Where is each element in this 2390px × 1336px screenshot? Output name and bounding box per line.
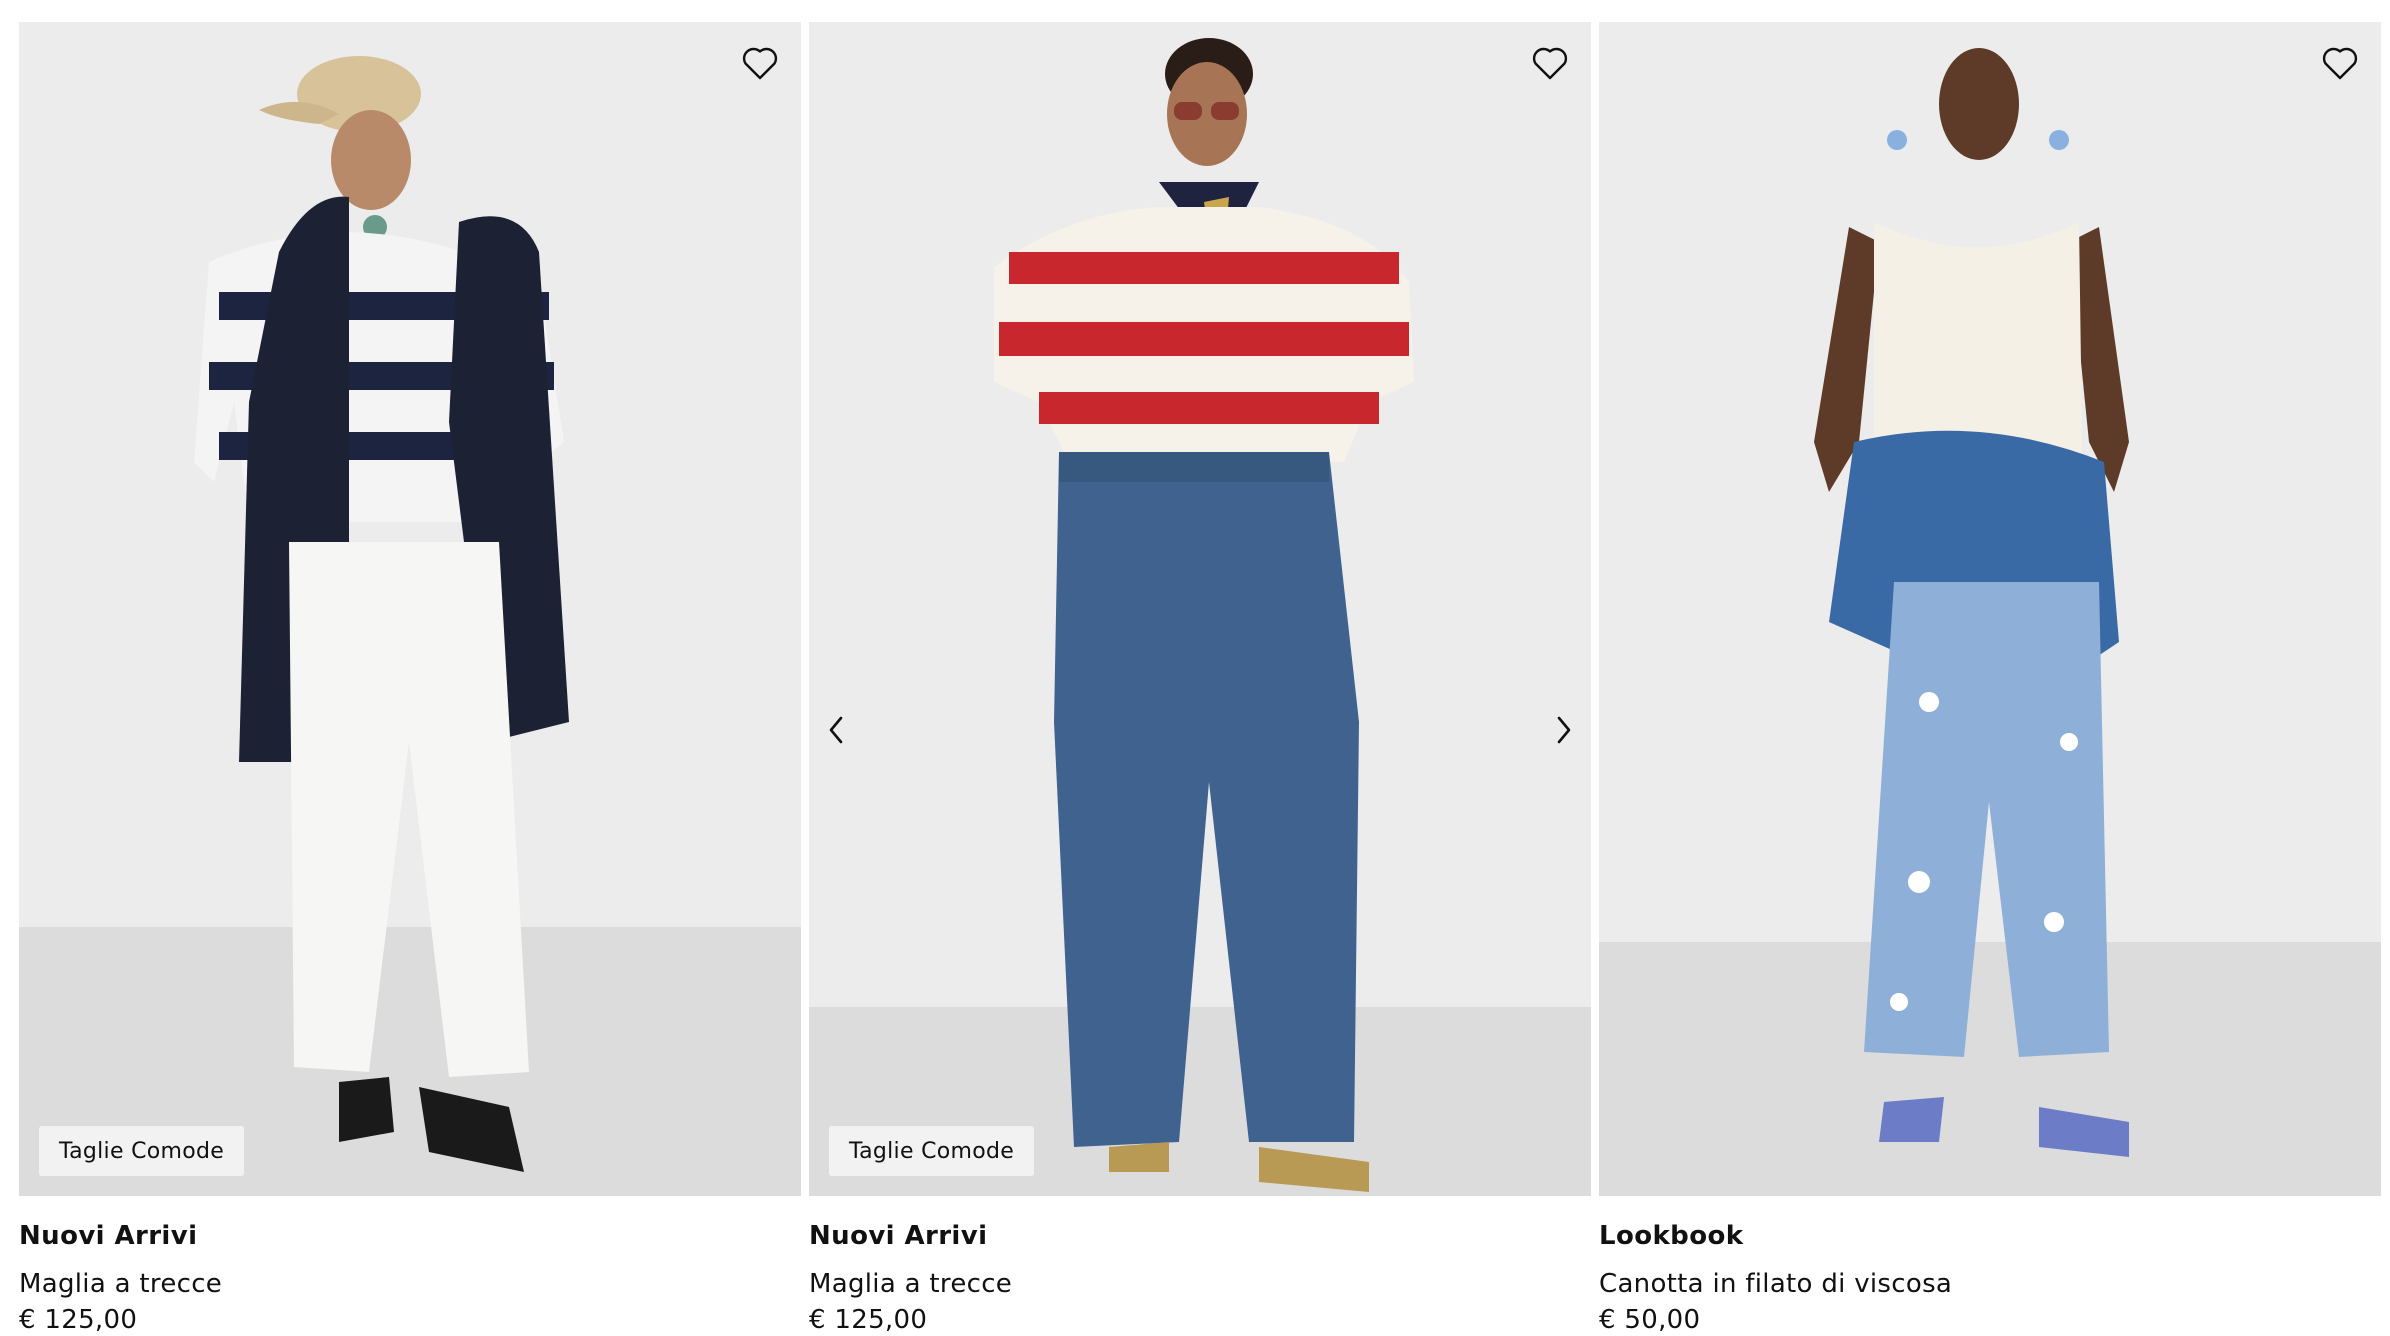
wishlist-button[interactable] — [2319, 42, 2361, 84]
product-image[interactable]: Taglie Comode — [19, 22, 801, 1196]
product-info[interactable]: Lookbook Canotta in filato di viscosa € … — [1599, 1196, 2381, 1336]
product-info[interactable]: Nuovi Arrivi Maglia a trecce € 125,00 — [19, 1196, 801, 1336]
carousel-prev-button[interactable] — [821, 707, 851, 753]
product-name[interactable]: Maglia a trecce — [809, 1268, 1591, 1300]
product-price: € 50,00 — [1599, 1305, 1701, 1335]
size-badge: Taglie Comode — [829, 1126, 1035, 1176]
carousel-next-button[interactable] — [1549, 707, 1579, 753]
model-photo — [994, 38, 1414, 1192]
product-card[interactable]: Taglie Comode Nuovi Arrivi Maglia a trec… — [19, 22, 801, 1336]
heart-outline-icon — [1532, 47, 1568, 80]
heart-outline-icon — [742, 47, 778, 80]
chevron-left-icon — [829, 716, 843, 744]
heart-outline-icon — [2322, 47, 2358, 80]
size-badge: Taglie Comode — [39, 1126, 245, 1176]
product-info[interactable]: Nuovi Arrivi Maglia a trecce € 125,00 — [809, 1196, 1591, 1336]
product-image[interactable] — [1599, 22, 2381, 1196]
chevron-right-icon — [1557, 716, 1571, 744]
wishlist-button[interactable] — [1529, 42, 1571, 84]
product-card[interactable]: Taglie Comode Nuovi Arrivi Maglia a trec… — [809, 22, 1591, 1336]
product-image[interactable]: Taglie Comode — [809, 22, 1591, 1196]
product-name[interactable]: Maglia a trecce — [19, 1268, 801, 1300]
product-category: Lookbook — [1599, 1221, 1744, 1251]
product-category: Nuovi Arrivi — [19, 1221, 198, 1251]
wishlist-button[interactable] — [739, 42, 781, 84]
product-category: Nuovi Arrivi — [809, 1221, 988, 1251]
model-photo — [1814, 48, 2129, 1157]
product-grid: Taglie Comode Nuovi Arrivi Maglia a trec… — [19, 22, 2383, 1336]
product-price: € 125,00 — [809, 1305, 928, 1335]
product-name[interactable]: Canotta in filato di viscosa — [1599, 1268, 2381, 1300]
product-card[interactable]: Lookbook Canotta in filato di viscosa € … — [1599, 22, 2381, 1336]
model-photo — [194, 56, 569, 1172]
product-price: € 125,00 — [19, 1305, 138, 1335]
